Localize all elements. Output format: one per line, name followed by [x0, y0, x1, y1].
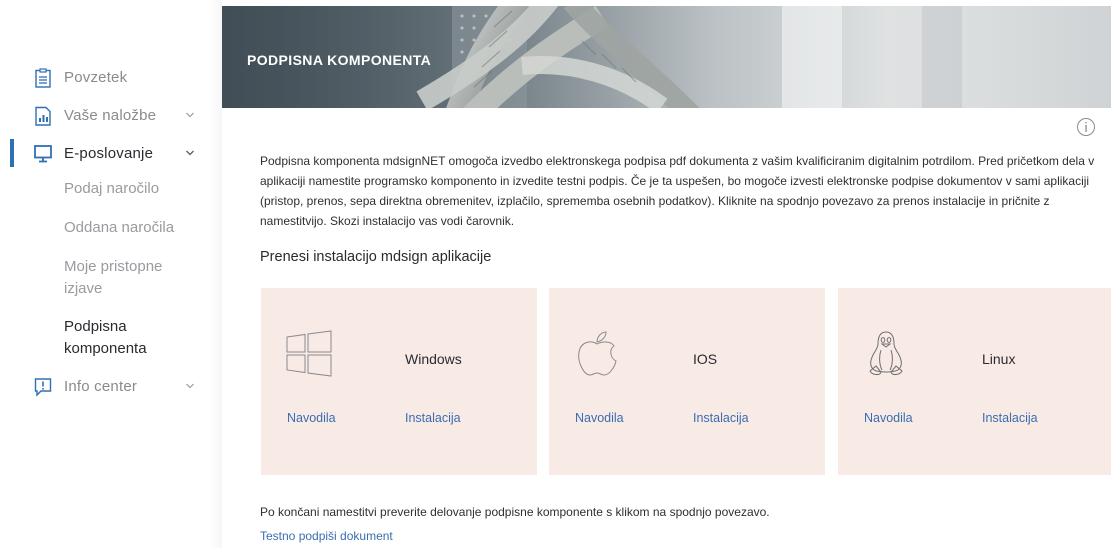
submenu-item-podpisna-komponenta[interactable]: Podpisna komponenta: [64, 316, 174, 360]
sidebar-item-povzetek[interactable]: Povzetek: [0, 66, 222, 90]
download-card-ios: IOS Navodila Instalacija: [549, 288, 825, 475]
submenu-item-podaj-narocilo[interactable]: Podaj naročilo: [64, 178, 204, 200]
guide-link-linux[interactable]: Navodila: [864, 411, 913, 425]
info-alert-icon: [34, 378, 52, 397]
download-card-windows: Windows Navodila Instalacija: [261, 288, 537, 475]
chevron-down-icon: [186, 112, 194, 118]
sidebar-item-label: Vaše naložbe: [64, 107, 157, 124]
sidebar-item-info-center[interactable]: Info center: [0, 375, 222, 399]
submenu-item-oddana-narocila[interactable]: Oddana naročila: [64, 217, 204, 239]
linux-penguin-icon: [869, 331, 903, 375]
sidebar-item-vase-nalozbe[interactable]: Vaše naložbe: [0, 104, 222, 128]
sidebar-divider: [210, 0, 222, 548]
install-link-windows[interactable]: Instalacija: [405, 411, 461, 425]
summary-clipboard-icon: [35, 68, 51, 88]
guide-link-windows[interactable]: Navodila: [287, 411, 336, 425]
submenu-item-moje-pristopne-izjave[interactable]: Moje pristopne izjave: [64, 256, 184, 300]
hero-banner: PODPISNA KOMPONENTA: [222, 6, 1111, 108]
chevron-down-icon: [186, 383, 194, 389]
chevron-down-icon: [186, 150, 194, 156]
sidebar-item-label: Povzetek: [64, 69, 128, 86]
sidebar-item-label: Info center: [64, 378, 138, 395]
sidebar: Povzetek Vaše naložbe E-poslovanje Podaj…: [0, 0, 222, 548]
install-link-ios[interactable]: Instalacija: [693, 411, 749, 425]
os-name: Linux: [982, 351, 1016, 367]
section-title: Prenesi instalacijo mdsign aplikacije: [260, 249, 492, 265]
intro-text: Podpisna komponenta mdsignNET omogoča iz…: [260, 154, 1095, 228]
investments-chart-icon: [35, 106, 51, 126]
os-name: IOS: [693, 351, 718, 367]
info-icon[interactable]: [1076, 117, 1096, 137]
page-title: PODPISNA KOMPONENTA: [247, 52, 432, 68]
sidebar-item-label: E-poslovanje: [64, 145, 154, 162]
monitor-icon: [34, 145, 52, 163]
guide-link-ios[interactable]: Navodila: [575, 411, 624, 425]
sidebar-item-e-poslovanje[interactable]: E-poslovanje: [0, 142, 222, 166]
install-link-linux[interactable]: Instalacija: [982, 411, 1038, 425]
os-name: Windows: [405, 351, 462, 367]
test-sign-document-link[interactable]: Testno podpiši dokument: [260, 529, 393, 543]
apple-icon: [578, 331, 617, 376]
footer-text: Po končani namestitvi preverite delovanj…: [260, 505, 770, 519]
windows-icon: [286, 330, 332, 377]
download-card-linux: Linux Navodila Instalacija: [838, 288, 1111, 475]
